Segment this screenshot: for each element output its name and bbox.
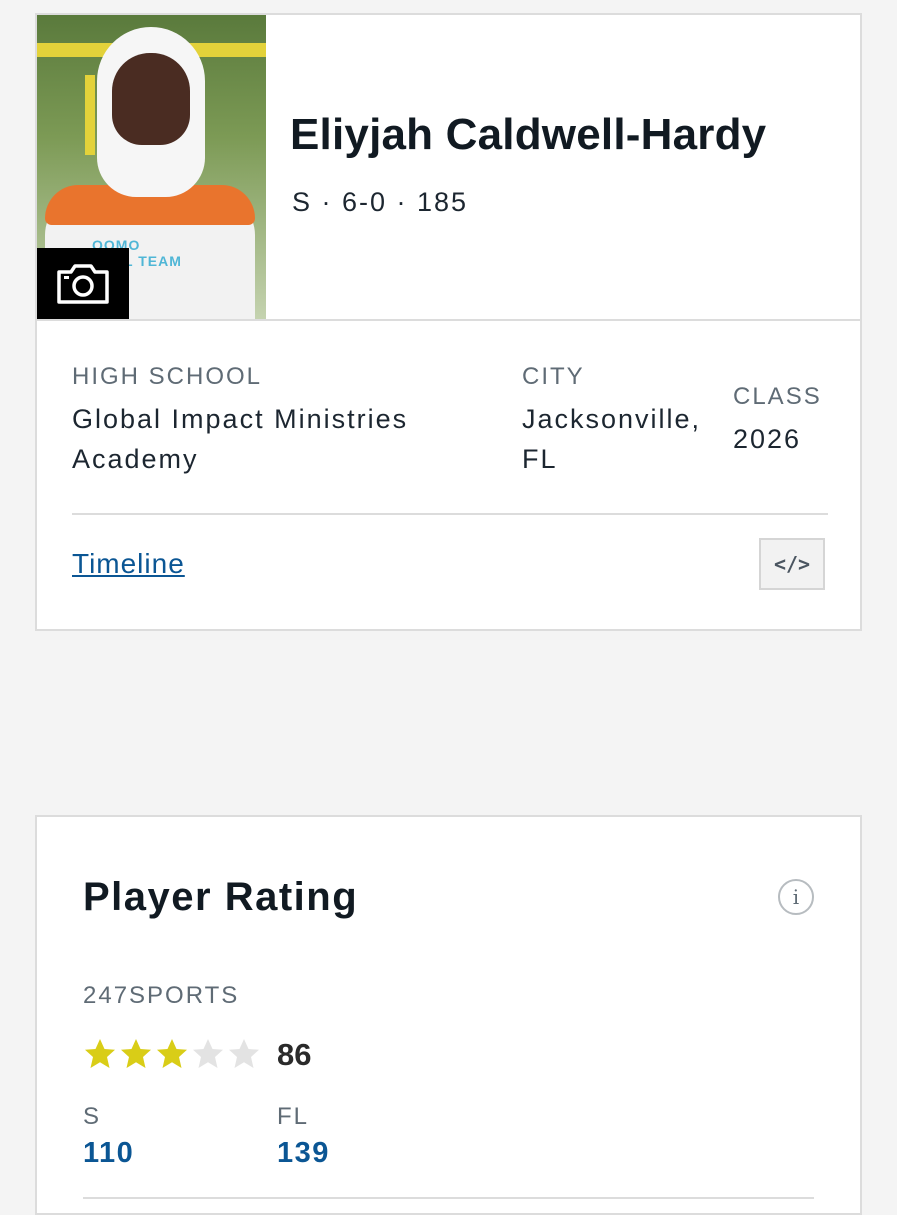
star-empty-icon: [229, 1039, 259, 1068]
player-position-height-weight: S · 6-0 · 185: [292, 187, 469, 217]
camera-icon: [57, 264, 109, 304]
star-empty-icon: [193, 1039, 223, 1068]
city-label: CITY: [522, 363, 585, 390]
star-rating: [83, 1037, 261, 1071]
class-label: CLASS: [733, 383, 822, 410]
player-photo[interactable]: OOMO NAL TEAM: [37, 15, 266, 320]
camera-button[interactable]: [37, 248, 129, 320]
rating-source-label: 247SPORTS: [83, 982, 240, 1009]
star-filled-icon: [85, 1039, 115, 1068]
position-rank-value[interactable]: 110: [83, 1137, 134, 1170]
rating-score: 86: [277, 1037, 312, 1072]
class-value: 2026: [733, 424, 802, 454]
player-profile-card: OOMO NAL TEAM Eliyjah Caldwell-Hardy S ·…: [35, 13, 862, 631]
goalpost-upright: [85, 75, 95, 155]
player-rating-title: Player Rating: [83, 875, 359, 919]
player-name: Eliyjah Caldwell-Hardy: [290, 110, 767, 159]
state-rank-value[interactable]: 139: [277, 1137, 330, 1170]
divider: [83, 1197, 814, 1199]
code-embed-icon: </>: [773, 552, 811, 576]
info-icon-glyph: i: [792, 885, 800, 909]
embed-button[interactable]: </>: [759, 538, 825, 590]
timeline-link[interactable]: Timeline: [72, 548, 185, 580]
player-rating-card: Player Rating i 247SPORTS 86 S 110 FL 13…: [35, 815, 862, 1215]
high-school-label: HIGH SCHOOL: [72, 363, 263, 390]
info-icon[interactable]: i: [778, 879, 814, 915]
player-face: [112, 53, 190, 145]
divider: [72, 513, 828, 515]
star-filled-icon: [157, 1039, 187, 1068]
city-value: Jacksonville, FL: [522, 404, 702, 474]
position-rank-label: S: [83, 1103, 102, 1130]
state-rank-label: FL: [277, 1103, 310, 1130]
divider: [37, 319, 860, 321]
high-school-value: Global Impact Ministries Academy: [72, 404, 409, 474]
star-filled-icon: [121, 1039, 151, 1068]
